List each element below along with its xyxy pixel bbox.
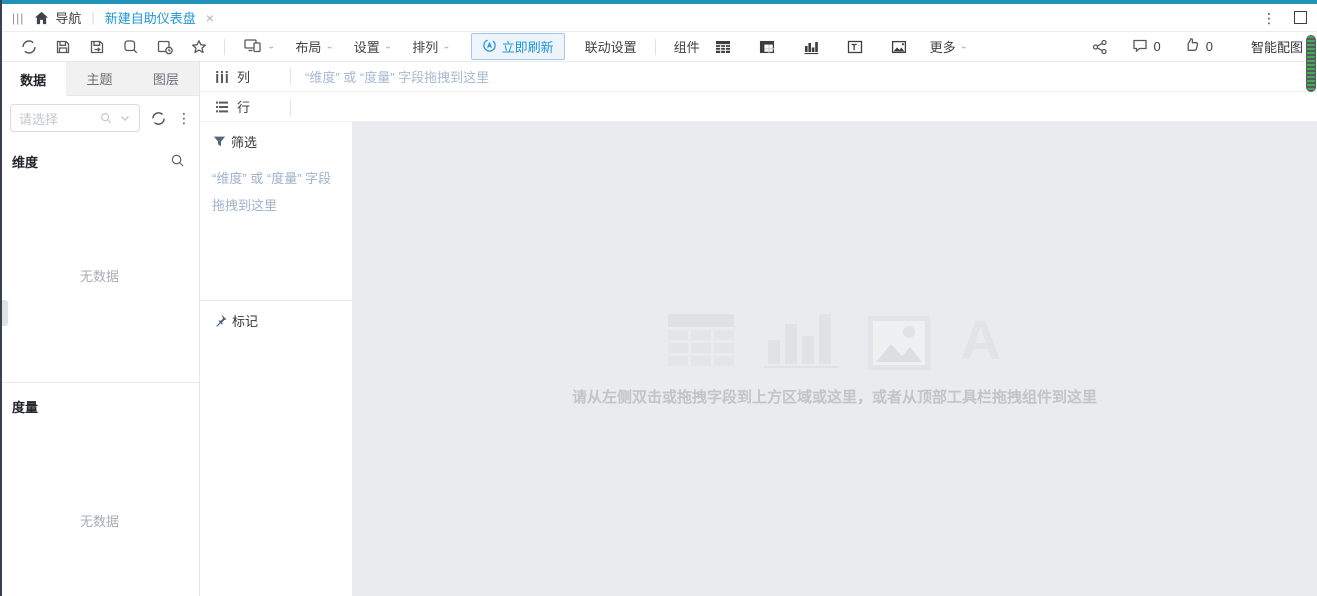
- rows-shelf[interactable]: 行: [200, 92, 1317, 122]
- toolbar: ⌄ 布局 ⌄ 设置 ⌄ 排列 ⌄ 立即刷新 联动设置 组件 更多 ⌄: [0, 32, 1317, 62]
- shelf-divider: [290, 98, 291, 116]
- ghost-image-icon: [868, 316, 930, 370]
- chevron-down-icon: ⌄: [442, 43, 450, 51]
- measures-title: 度量: [12, 397, 38, 416]
- pin-icon: [212, 313, 228, 329]
- left-panel: 数据 主题 图层 请选择 ⋮ 维度 无数据: [0, 62, 200, 596]
- refresh-icon[interactable]: [20, 38, 38, 56]
- settings-dropdown[interactable]: 设置 ⌄: [354, 37, 392, 56]
- pivot-component-icon[interactable]: [758, 38, 776, 56]
- tab-close-icon[interactable]: ×: [206, 11, 214, 25]
- filter-label: 筛选: [231, 132, 257, 151]
- filter-drop-hint: “维度” 或 “度量” 字段拖拽到这里: [212, 165, 340, 219]
- dataset-refresh-icon[interactable]: [150, 110, 167, 127]
- ghost-table-icon: [668, 314, 734, 370]
- maximize-icon[interactable]: [1294, 11, 1307, 24]
- text-component-icon[interactable]: [846, 38, 864, 56]
- columns-icon: [214, 69, 230, 85]
- image-component-icon[interactable]: [890, 38, 908, 56]
- nav-bar: ||| 导航 | 新建自助仪表盘 × ⋮: [0, 4, 1317, 32]
- tab-data[interactable]: 数据: [0, 62, 66, 96]
- left-panel-tabs: 数据 主题 图层: [0, 62, 199, 96]
- likes-counter[interactable]: 0: [1183, 36, 1213, 57]
- more-dropdown[interactable]: 更多 ⌄: [930, 37, 968, 56]
- preview-icon[interactable]: [122, 38, 140, 56]
- more-label: 更多: [930, 37, 956, 56]
- mark-shelf[interactable]: 标记: [200, 301, 352, 340]
- ghost-chart-icon: [764, 312, 838, 370]
- mark-label: 标记: [232, 311, 258, 330]
- settings-label: 设置: [354, 37, 380, 56]
- nav-home[interactable]: 导航: [34, 8, 81, 27]
- columns-shelf[interactable]: 列 “维度” 或 “度量” 字段拖拽到这里: [200, 62, 1317, 92]
- chart-component-icon[interactable]: [802, 38, 820, 56]
- components-label: 组件: [674, 37, 700, 56]
- shelf-divider: [290, 68, 291, 86]
- refresh-now-button[interactable]: 立即刷新: [471, 33, 565, 60]
- like-count: 0: [1206, 39, 1213, 54]
- nav-more-icon[interactable]: ⋮: [1262, 11, 1276, 25]
- dimensions-title: 维度: [12, 152, 38, 171]
- share-icon[interactable]: [1091, 38, 1109, 56]
- dataset-more-icon[interactable]: ⋮: [177, 110, 191, 127]
- dataset-select-placeholder: 请选择: [19, 109, 99, 128]
- columns-drop-hint: “维度” 或 “度量” 字段拖拽到这里: [305, 67, 489, 86]
- refresh-now-label: 立即刷新: [502, 37, 554, 56]
- thumbs-up-icon: [1183, 36, 1201, 57]
- measures-empty-text: 无数据: [0, 511, 199, 530]
- window-left-edge: [0, 0, 2, 596]
- side-shelves: 筛选 “维度” 或 “度量” 字段拖拽到这里 标记: [200, 122, 352, 596]
- dimensions-section: 维度 无数据: [0, 138, 199, 382]
- dataset-select[interactable]: 请选择: [10, 104, 140, 132]
- timed-snapshot-icon[interactable]: [156, 38, 174, 56]
- auto-refresh-icon: [482, 38, 497, 56]
- scrollbar-thumb[interactable]: [1306, 35, 1316, 92]
- dimensions-search-icon[interactable]: [170, 153, 185, 171]
- linkage-settings-button[interactable]: 联动设置: [585, 37, 637, 56]
- ghost-text-icon: A: [960, 312, 1000, 368]
- device-layout-dropdown[interactable]: ⌄: [243, 36, 275, 57]
- nav-separator: |: [91, 10, 94, 25]
- comment-count: 0: [1154, 39, 1161, 54]
- comments-counter[interactable]: 0: [1131, 36, 1161, 57]
- dimensions-empty-text: 无数据: [0, 266, 199, 285]
- dashboard-tab[interactable]: 新建自助仪表盘 ×: [105, 8, 214, 27]
- favorite-star-icon[interactable]: [190, 38, 208, 56]
- chevron-down-icon: ⌄: [267, 43, 275, 51]
- chevron-down-icon: [119, 112, 131, 124]
- nav-home-label: 导航: [55, 8, 81, 27]
- work-area: 列 “维度” 或 “度量” 字段拖拽到这里 行 筛选 “维度” 或 “度量” 字…: [200, 62, 1317, 596]
- dashboard-tab-title: 新建自助仪表盘: [105, 8, 196, 27]
- layout-dropdown[interactable]: 布局 ⌄: [295, 37, 333, 56]
- panel-collapse-handle[interactable]: [2, 300, 8, 326]
- filter-shelf[interactable]: 筛选 “维度” 或 “度量” 字段拖拽到这里: [200, 122, 352, 300]
- home-icon: [34, 11, 49, 25]
- chevron-down-icon: ⌄: [325, 43, 333, 51]
- rows-icon: [214, 99, 230, 115]
- arrange-dropdown[interactable]: 排列 ⌄: [412, 37, 450, 56]
- canvas-hint-text: 请从左侧双击或拖拽字段到上方区域或这里，或者从顶部工具栏拖拽组件到这里: [572, 386, 1097, 407]
- filter-funnel-icon: [212, 134, 227, 149]
- save-icon[interactable]: [54, 38, 72, 56]
- toolbar-separator: [224, 39, 225, 55]
- columns-label: 列: [237, 67, 250, 86]
- layout-label: 布局: [295, 37, 321, 56]
- comment-icon: [1131, 36, 1149, 57]
- menu-bars-icon[interactable]: |||: [12, 11, 24, 25]
- measures-section: 度量 无数据: [0, 382, 199, 596]
- arrange-label: 排列: [412, 37, 438, 56]
- search-icon: [99, 111, 113, 125]
- save-as-icon[interactable]: [88, 38, 106, 56]
- tab-layer[interactable]: 图层: [133, 62, 199, 96]
- toolbar-separator: [655, 39, 656, 55]
- chevron-down-icon: ⌄: [960, 43, 968, 51]
- dashboard-canvas[interactable]: A 请从左侧双击或拖拽字段到上方区域或这里，或者从顶部工具栏拖拽组件到这里: [352, 122, 1317, 596]
- table-component-icon[interactable]: [714, 38, 732, 56]
- dataset-select-row: 请选择 ⋮: [0, 96, 199, 138]
- rows-label: 行: [237, 97, 250, 116]
- chevron-down-icon: ⌄: [384, 43, 392, 51]
- smart-match-button[interactable]: 智能配图: [1251, 37, 1303, 56]
- device-layout-icon: [243, 36, 263, 57]
- tab-theme[interactable]: 主题: [66, 62, 132, 96]
